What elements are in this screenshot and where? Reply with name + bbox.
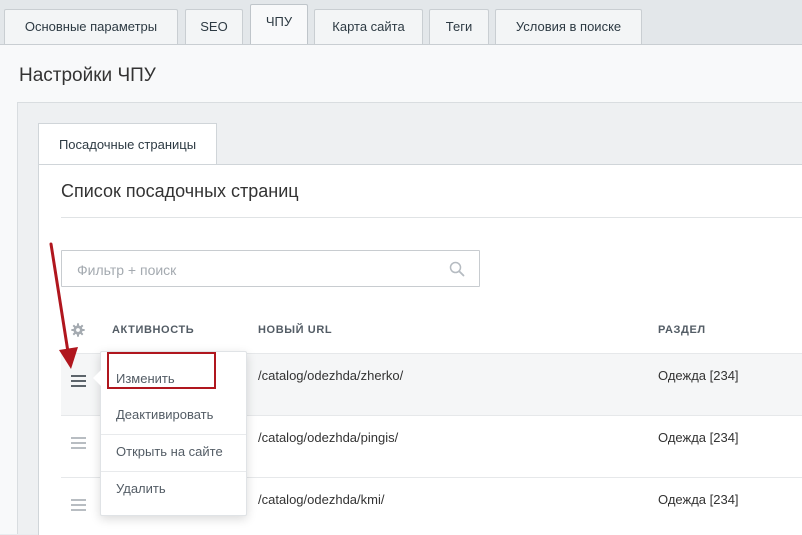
url-cell: /catalog/odezhda/kmi/	[258, 492, 385, 507]
section-cell: Одежда [234]	[658, 492, 739, 507]
popup-pointer	[93, 370, 101, 386]
column-header-section[interactable]: РАЗДЕЛ	[658, 324, 706, 336]
filter-search-input[interactable]	[62, 251, 449, 288]
list-title: Список посадочных страниц	[61, 181, 299, 201]
url-cell: /catalog/odezhda/zherko/	[258, 368, 404, 383]
hamburger-menu-icon[interactable]	[71, 499, 86, 511]
annotation-highlight-box	[107, 352, 216, 389]
divider	[61, 217, 802, 218]
tab-sitemap[interactable]: Карта сайта	[314, 9, 423, 44]
menu-item-delete[interactable]: Удалить	[101, 471, 246, 507]
tab-chpu[interactable]: ЧПУ	[250, 4, 308, 45]
menu-item-deactivate[interactable]: Деактивировать	[101, 397, 246, 433]
gear-icon[interactable]	[71, 323, 85, 337]
menu-item-open-on-site[interactable]: Открыть на сайте	[101, 434, 246, 470]
section-cell: Одежда [234]	[658, 368, 739, 383]
url-cell: /catalog/odezhda/pingis/	[258, 430, 399, 445]
search-icon[interactable]	[449, 261, 465, 277]
hamburger-menu-icon[interactable]	[71, 375, 86, 387]
tab-seo[interactable]: SEO	[185, 9, 243, 44]
filter-search-box	[61, 250, 480, 288]
tab-main-params[interactable]: Основные параметры	[4, 9, 178, 44]
menu-item-label: Открыть на сайте	[116, 444, 223, 459]
hamburger-menu-icon[interactable]	[71, 437, 86, 449]
page-title: Настройки ЧПУ	[19, 65, 156, 86]
column-header-activity[interactable]: АКТИВНОСТЬ	[112, 324, 194, 336]
menu-item-label: Удалить	[116, 481, 166, 496]
menu-item-label: Деактивировать	[116, 407, 214, 422]
tab-tags[interactable]: Теги	[429, 9, 489, 44]
top-tab-bar: Основные параметры SEO ЧПУ Карта сайта Т…	[0, 0, 802, 45]
section-cell: Одежда [234]	[658, 430, 739, 445]
tab-landing-pages[interactable]: Посадочные страницы	[38, 123, 217, 165]
column-header-new-url[interactable]: НОВЫЙ URL	[258, 324, 332, 336]
tab-search-conditions[interactable]: Условия в поиске	[495, 9, 642, 44]
